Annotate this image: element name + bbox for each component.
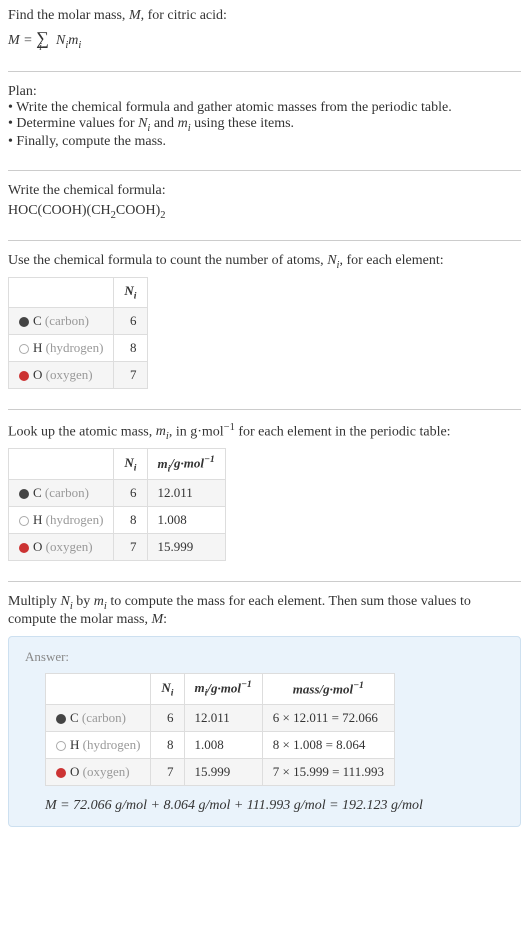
swatch-carbon bbox=[56, 714, 66, 724]
table-header-blank bbox=[9, 278, 114, 308]
m-cell: 15.999 bbox=[184, 758, 262, 785]
element-cell: H (hydrogen) bbox=[9, 334, 114, 361]
compute-section: Multiply Ni by mi to compute the mass fo… bbox=[8, 594, 521, 827]
table-row: H (hydrogen) 8 1.008 8 × 1.008 = 8.064 bbox=[46, 731, 395, 758]
mass-cell: 8 × 1.008 = 8.064 bbox=[262, 731, 394, 758]
n-cell: 7 bbox=[114, 361, 147, 388]
plan-bullet: • Finally, compute the mass. bbox=[8, 134, 521, 150]
table-row: O (oxygen) 7 15.999 7 × 15.999 = 111.993 bbox=[46, 758, 395, 785]
n-cell: 8 bbox=[151, 731, 184, 758]
element-cell: H (hydrogen) bbox=[46, 731, 151, 758]
swatch-carbon bbox=[19, 317, 29, 327]
intro-section: Find the molar mass, M, for citric acid:… bbox=[8, 8, 521, 51]
element-cell: C (carbon) bbox=[9, 480, 114, 507]
table-header-n: Ni bbox=[114, 449, 147, 480]
swatch-oxygen bbox=[56, 768, 66, 778]
element-cell: O (oxygen) bbox=[9, 361, 114, 388]
divider bbox=[8, 170, 521, 171]
mass-cell: 6 × 12.011 = 72.066 bbox=[262, 704, 394, 731]
plan-bullet: • Write the chemical formula and gather … bbox=[8, 100, 521, 116]
table-header-n: Ni bbox=[114, 278, 147, 308]
m-cell: 15.999 bbox=[147, 534, 225, 561]
element-cell: C (carbon) bbox=[9, 307, 114, 334]
count-heading: Use the chemical formula to count the nu… bbox=[8, 253, 521, 271]
n-cell: 6 bbox=[151, 704, 184, 731]
table-row: C (carbon) 6 12.011 6 × 12.011 = 72.066 bbox=[46, 704, 395, 731]
n-cell: 8 bbox=[114, 334, 147, 361]
element-cell: O (oxygen) bbox=[46, 758, 151, 785]
mass-section: Look up the atomic mass, mi, in g·mol−1 … bbox=[8, 422, 521, 561]
mass-heading: Look up the atomic mass, mi, in g·mol−1 … bbox=[8, 422, 521, 442]
table-row: C (carbon) 6 12.011 bbox=[9, 480, 226, 507]
swatch-hydrogen bbox=[19, 344, 29, 354]
element-cell: O (oxygen) bbox=[9, 534, 114, 561]
count-table: Ni C (carbon) 6 H (hydrogen) 8 O (oxygen… bbox=[8, 277, 148, 389]
chem-formula: HOC(COOH)(CH2COOH)2 bbox=[8, 203, 521, 221]
swatch-oxygen bbox=[19, 371, 29, 381]
n-cell: 6 bbox=[114, 307, 147, 334]
table-row: O (oxygen) 7 15.999 bbox=[9, 534, 226, 561]
compute-heading: Multiply Ni by mi to compute the mass fo… bbox=[8, 594, 521, 628]
answer-box: Answer: Ni mi/g·mol−1 mass/g·mol−1 C (ca… bbox=[8, 636, 521, 827]
table-row: O (oxygen) 7 bbox=[9, 361, 148, 388]
plan-section: Plan: • Write the chemical formula and g… bbox=[8, 84, 521, 150]
element-cell: H (hydrogen) bbox=[9, 507, 114, 534]
table-row: C (carbon) 6 bbox=[9, 307, 148, 334]
m-cell: 1.008 bbox=[184, 731, 262, 758]
m-cell: 1.008 bbox=[147, 507, 225, 534]
divider bbox=[8, 581, 521, 582]
table-header-mass: mass/g·mol−1 bbox=[262, 673, 394, 704]
table-row: H (hydrogen) 8 1.008 bbox=[9, 507, 226, 534]
mass-table: Ni mi/g·mol−1 C (carbon) 6 12.011 H (hyd… bbox=[8, 448, 226, 561]
swatch-carbon bbox=[19, 489, 29, 499]
swatch-oxygen bbox=[19, 543, 29, 553]
m-cell: 12.011 bbox=[147, 480, 225, 507]
table-row: H (hydrogen) 8 bbox=[9, 334, 148, 361]
answer-table: Ni mi/g·mol−1 mass/g·mol−1 C (carbon) 6 … bbox=[45, 673, 395, 786]
table-header-blank bbox=[46, 673, 151, 704]
n-cell: 6 bbox=[114, 480, 147, 507]
chem-formula-section: Write the chemical formula: HOC(COOH)(CH… bbox=[8, 183, 521, 221]
final-equation: M = 72.066 g/mol + 8.064 g/mol + 111.993… bbox=[45, 798, 504, 814]
n-cell: 7 bbox=[114, 534, 147, 561]
divider bbox=[8, 71, 521, 72]
n-cell: 8 bbox=[114, 507, 147, 534]
swatch-hydrogen bbox=[56, 741, 66, 751]
mass-cell: 7 × 15.999 = 111.993 bbox=[262, 758, 394, 785]
plan-bullet: • Determine values for Ni and mi using t… bbox=[8, 116, 521, 134]
swatch-hydrogen bbox=[19, 516, 29, 526]
table-header-m: mi/g·mol−1 bbox=[184, 673, 262, 704]
table-header-blank bbox=[9, 449, 114, 480]
divider bbox=[8, 409, 521, 410]
n-cell: 7 bbox=[151, 758, 184, 785]
element-cell: C (carbon) bbox=[46, 704, 151, 731]
answer-label: Answer: bbox=[25, 649, 504, 665]
table-header-m: mi/g·mol−1 bbox=[147, 449, 225, 480]
plan-heading: Plan: bbox=[8, 84, 521, 100]
m-cell: 12.011 bbox=[184, 704, 262, 731]
chem-heading: Write the chemical formula: bbox=[8, 183, 521, 199]
divider bbox=[8, 240, 521, 241]
intro-heading: Find the molar mass, M, for citric acid: bbox=[8, 8, 521, 24]
count-section: Use the chemical formula to count the nu… bbox=[8, 253, 521, 388]
table-header-n: Ni bbox=[151, 673, 184, 704]
intro-formula: M = ∑i Nimi bbox=[8, 28, 521, 51]
